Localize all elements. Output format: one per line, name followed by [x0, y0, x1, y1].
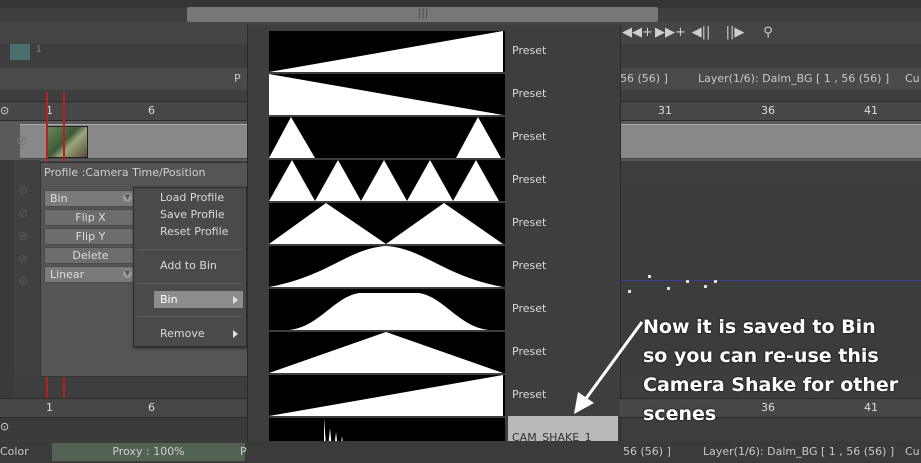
location-pin-icon[interactable]: ⚲	[757, 24, 779, 42]
submenu-arrow-icon	[233, 330, 238, 338]
chevron-down-icon: ▼	[123, 193, 132, 202]
menu-divider	[137, 283, 243, 284]
scroll-strip	[0, 418, 247, 440]
status-left-fragment: P	[240, 445, 247, 458]
preset-thumbnail[interactable]	[269, 375, 505, 416]
annotation-line: so you can re-use this	[643, 345, 879, 367]
preset-label[interactable]: Preset	[512, 173, 546, 186]
lock-icon: ⊘	[18, 252, 29, 266]
annotation-line: Camera Shake for other	[643, 374, 899, 396]
submenu-arrow-icon	[233, 296, 238, 304]
curve-point[interactable]	[628, 290, 631, 293]
prev-key-icon[interactable]: ◀◀+	[622, 24, 653, 42]
preset-thumbnail[interactable]	[269, 74, 505, 115]
left-strip	[0, 160, 14, 400]
preset-label[interactable]: Preset	[512, 302, 546, 315]
lock-icon: ⊘	[18, 206, 29, 220]
annotation-line: scenes	[643, 403, 717, 425]
preset-label[interactable]: Preset	[512, 216, 546, 229]
status-layer: Layer(1/6): Dalm_BG [ 1 , 56 (56) ]	[703, 445, 895, 458]
profile-select[interactable]: Bin ▼	[44, 190, 137, 207]
curve-point[interactable]	[648, 275, 651, 278]
profile-select-value: Bin	[50, 192, 68, 205]
preset-label[interactable]: Preset	[512, 259, 546, 272]
ruler-label: 1	[46, 401, 53, 414]
preset-label[interactable]: Preset	[512, 130, 546, 143]
menu-item-reset-profile[interactable]: Reset Profile	[160, 225, 228, 238]
step-forward-icon[interactable]: ||▶	[724, 24, 746, 42]
mini-thumbnail-number: 1	[36, 45, 42, 55]
scroll-grip-icon[interactable]: |||	[418, 8, 428, 19]
flip-x-button[interactable]: Flip X	[44, 209, 137, 226]
info-left-fragment: P	[234, 72, 241, 85]
curve-point[interactable]	[714, 280, 717, 283]
timeline-ruler-bottom[interactable]: 1 6	[0, 398, 247, 418]
annotation-line: Now it is saved to Bin	[643, 316, 876, 338]
mini-thumbnail	[10, 44, 30, 60]
status-right-fragment: Cu	[905, 445, 920, 458]
preset-label[interactable]: Preset	[512, 87, 546, 100]
status-frame-fragment: 56 (56) ]	[623, 445, 671, 458]
curve-point[interactable]	[686, 280, 689, 283]
preset-thumbnail[interactable]	[269, 31, 505, 72]
lock-icon: ⊘	[18, 229, 29, 243]
ruler-label: 31	[658, 104, 672, 117]
lock-icon: ⊘	[18, 183, 29, 197]
info-right-fragment: Cu	[905, 72, 920, 85]
curve-point[interactable]	[704, 285, 707, 288]
preset-thumbnail[interactable]	[269, 117, 505, 158]
preset-label[interactable]: Preset	[512, 44, 546, 57]
preset-thumbnail[interactable]	[269, 332, 505, 373]
preset-label[interactable]: Preset	[512, 345, 546, 358]
delete-button[interactable]: Delete	[44, 247, 137, 264]
menu-divider	[137, 316, 243, 317]
annotation-text: Now it is saved to Bin so you can re-use…	[643, 313, 898, 429]
ruler-label: 36	[761, 104, 775, 117]
preset-thumbnail[interactable]	[269, 160, 505, 201]
menu-divider	[137, 249, 243, 250]
status-color: Color	[0, 445, 29, 458]
interpolation-select[interactable]: Linear ▼	[44, 266, 137, 283]
preset-thumbnail[interactable]	[269, 289, 505, 330]
chevron-down-icon: ▼	[123, 269, 132, 278]
ruler-label: 6	[148, 104, 155, 117]
menu-item-add-to-bin[interactable]: Add to Bin	[160, 259, 217, 272]
ruler-label: 6	[148, 401, 155, 414]
lock-icon: ⊘	[18, 274, 29, 288]
preset-thumbnail[interactable]	[269, 246, 505, 287]
preset-thumbnail[interactable]	[269, 203, 505, 244]
next-key-icon[interactable]: ▶▶+	[655, 24, 686, 42]
flip-y-button[interactable]: Flip Y	[44, 228, 137, 245]
menu-item-remove[interactable]: Remove	[160, 327, 205, 340]
ruler-label: 41	[864, 104, 878, 117]
clip-thumbnail	[46, 126, 88, 158]
step-back-icon[interactable]: ◀||	[690, 24, 712, 42]
zoom-icon[interactable]: ⊙	[0, 420, 9, 433]
curve-point[interactable]	[667, 287, 670, 290]
status-proxy[interactable]: Proxy : 100%	[52, 443, 245, 461]
horizontal-scrollbar[interactable]: |||	[187, 7, 658, 22]
menu-item-load-profile[interactable]: Load Profile	[160, 191, 224, 204]
graph-curve	[616, 280, 921, 281]
visibility-icon[interactable]: ⊘	[16, 133, 28, 149]
menu-item-bin[interactable]: Bin	[160, 293, 178, 306]
preset-label[interactable]: CAM_SHAKE_1	[512, 431, 592, 444]
info-layer: Layer(1/6): Dalm_BG [ 1 , 56 (56) ]	[698, 72, 890, 85]
preset-label[interactable]: Preset	[512, 388, 546, 401]
info-frame-fragment: 56 (56) ]	[620, 72, 668, 85]
interpolation-value: Linear	[50, 268, 85, 281]
menu-item-save-profile[interactable]: Save Profile	[160, 208, 225, 221]
ruler-options-icon[interactable]: ⊙	[0, 104, 9, 117]
profile-title: Profile :Camera Time/Position	[44, 166, 206, 179]
